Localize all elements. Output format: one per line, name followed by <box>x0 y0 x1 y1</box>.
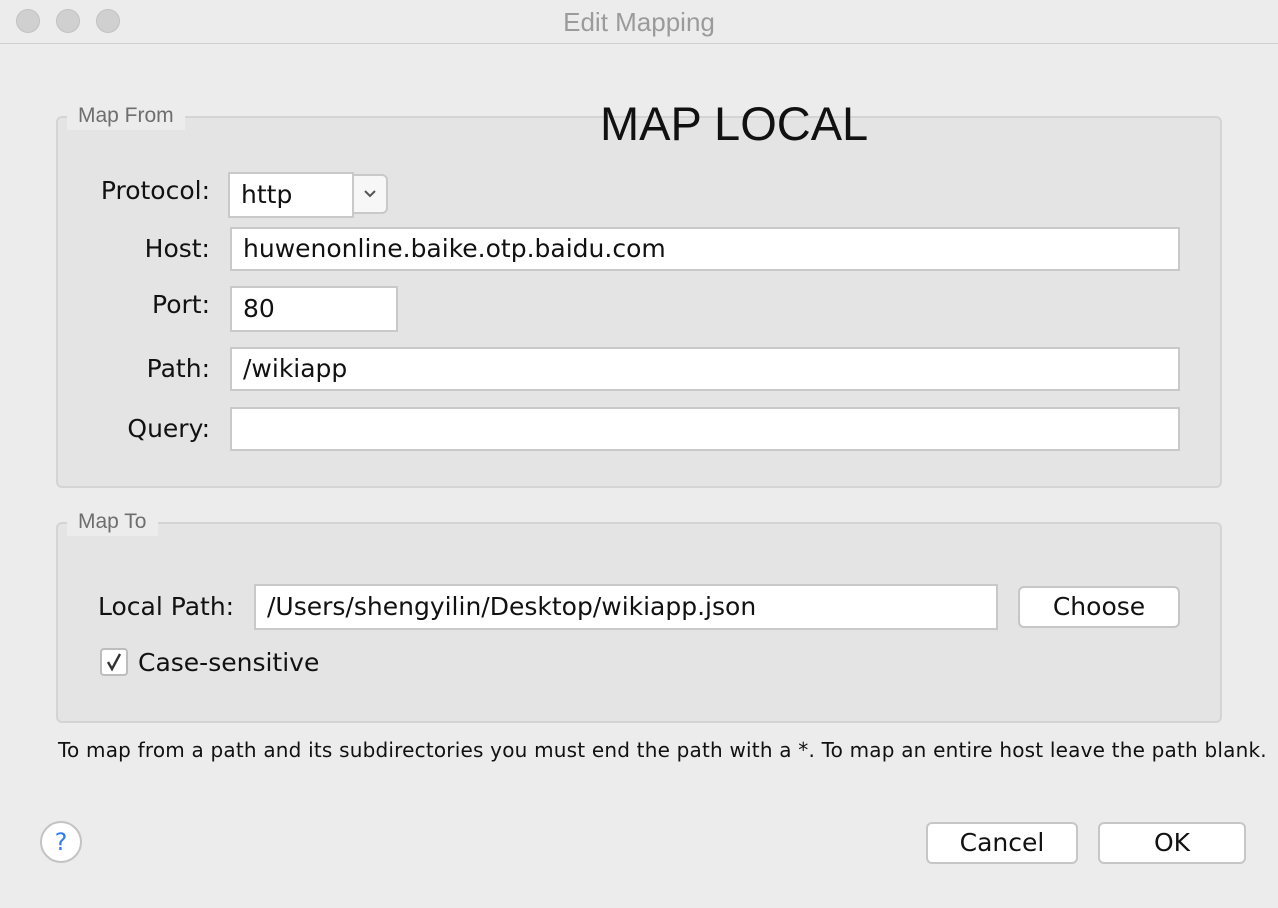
map-local-heading: MAP LOCAL <box>600 97 869 150</box>
case-sensitive-label: Case-sensitive <box>138 648 320 677</box>
title-bar: Edit Mapping <box>0 0 1278 44</box>
mapping-help-text: To map from a path and its subdirectorie… <box>58 738 1267 762</box>
query-label: Query: <box>127 414 210 443</box>
choose-button[interactable]: Choose <box>1018 586 1180 628</box>
protocol-dropdown-button[interactable] <box>352 174 388 214</box>
window-title: Edit Mapping <box>563 7 715 37</box>
map-to-legend: Map To <box>67 508 158 536</box>
protocol-select[interactable]: http <box>228 172 389 218</box>
map-from-legend: Map From <box>67 102 185 130</box>
path-label: Path: <box>146 354 210 383</box>
local-path-input[interactable]: /Users/shengyilin/Desktop/wikiapp.json <box>254 584 998 630</box>
port-label: Port: <box>152 290 210 319</box>
case-sensitive-checkbox[interactable] <box>100 648 128 676</box>
path-input[interactable]: /wikiapp <box>230 347 1180 391</box>
chevron-down-icon <box>364 190 376 198</box>
host-label: Host: <box>144 234 210 263</box>
help-icon: ? <box>54 828 68 856</box>
protocol-select-value[interactable]: http <box>228 172 354 218</box>
ok-button[interactable]: OK <box>1098 822 1246 864</box>
checkmark-icon <box>106 653 122 672</box>
host-input[interactable]: huwenonline.baike.otp.baidu.com <box>230 227 1180 271</box>
protocol-label: Protocol: <box>100 176 210 205</box>
cancel-button[interactable]: Cancel <box>926 822 1078 864</box>
local-path-label: Local Path: <box>98 592 235 621</box>
edit-mapping-dialog: Edit Mapping Map From MAP LOCAL Protocol… <box>0 0 1278 908</box>
port-input[interactable]: 80 <box>230 286 398 332</box>
query-input[interactable] <box>230 407 1180 451</box>
help-button[interactable]: ? <box>40 821 82 863</box>
